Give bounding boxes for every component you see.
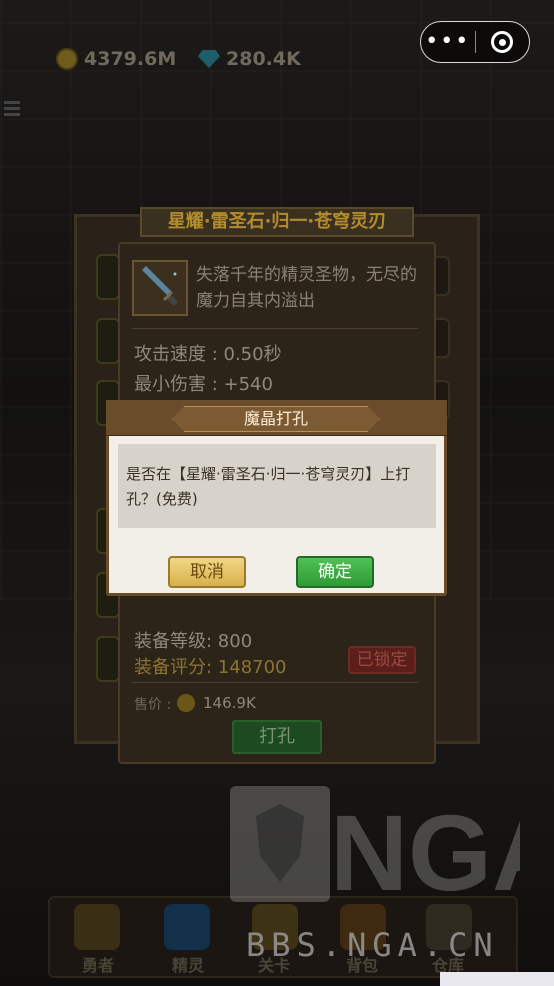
more-menu-button[interactable]: ••• — [421, 22, 475, 62]
equipment-panel-title: 星耀·雷圣石·归一·苍穹灵刃 — [140, 207, 414, 237]
diamond-icon — [198, 50, 220, 68]
sword-icon — [132, 260, 188, 316]
divider — [132, 682, 418, 683]
close-circle-icon — [491, 31, 514, 53]
gold-coin-icon — [177, 694, 195, 712]
keyboard-indicator — [440, 972, 554, 986]
spirit-icon — [164, 904, 210, 950]
confirm-button[interactable]: 确定 — [296, 556, 374, 588]
punch-hole-button[interactable]: 打孔 — [232, 720, 322, 754]
price-label: 售价 : — [134, 697, 172, 713]
menu-icon[interactable] — [4, 98, 20, 119]
attack-speed-stat: 攻击速度 : 0.50秒 — [134, 344, 282, 365]
price-value: 146.9K — [203, 694, 256, 712]
svg-text:NGA: NGA — [330, 792, 520, 902]
dialog-message: 是否在【星耀·雷圣石·归一·苍穹灵刃】上打孔？(免费) — [126, 465, 411, 508]
equip-score: 装备评分: 148700 — [134, 657, 287, 678]
gold-value: 4379.6M — [84, 48, 177, 70]
item-description: 失落千年的精灵圣物，无尽的魔力自其内溢出 — [196, 265, 417, 311]
gem-value: 280.4K — [226, 48, 301, 70]
miniprogram-capsule: ••• — [420, 21, 530, 63]
gear-slot[interactable] — [96, 254, 120, 300]
hero-icon — [74, 904, 120, 950]
gear-slot[interactable] — [96, 318, 120, 364]
divider — [132, 328, 418, 329]
close-miniprogram-button[interactable] — [476, 31, 530, 53]
gem-counter: 280.4K — [198, 48, 301, 70]
cancel-button[interactable]: 取消 — [168, 556, 246, 588]
nav-spirit[interactable]: 精灵 — [172, 952, 204, 976]
gear-slot[interactable] — [96, 636, 120, 682]
min-damage-stat: 最小伤害 : +540 — [134, 374, 273, 395]
gold-counter: 4379.6M — [56, 48, 176, 70]
gold-coin-icon — [56, 48, 78, 70]
nav-hero[interactable]: 勇者 — [82, 952, 114, 976]
dialog-title: 魔晶打孔 — [243, 409, 308, 428]
locked-button[interactable]: 已锁定 — [348, 646, 416, 674]
equip-level: 装备等级: 800 — [134, 631, 253, 652]
nga-watermark-logo: NGA — [230, 786, 554, 913]
watermark-site: BBS.NGA.CN — [246, 926, 499, 964]
